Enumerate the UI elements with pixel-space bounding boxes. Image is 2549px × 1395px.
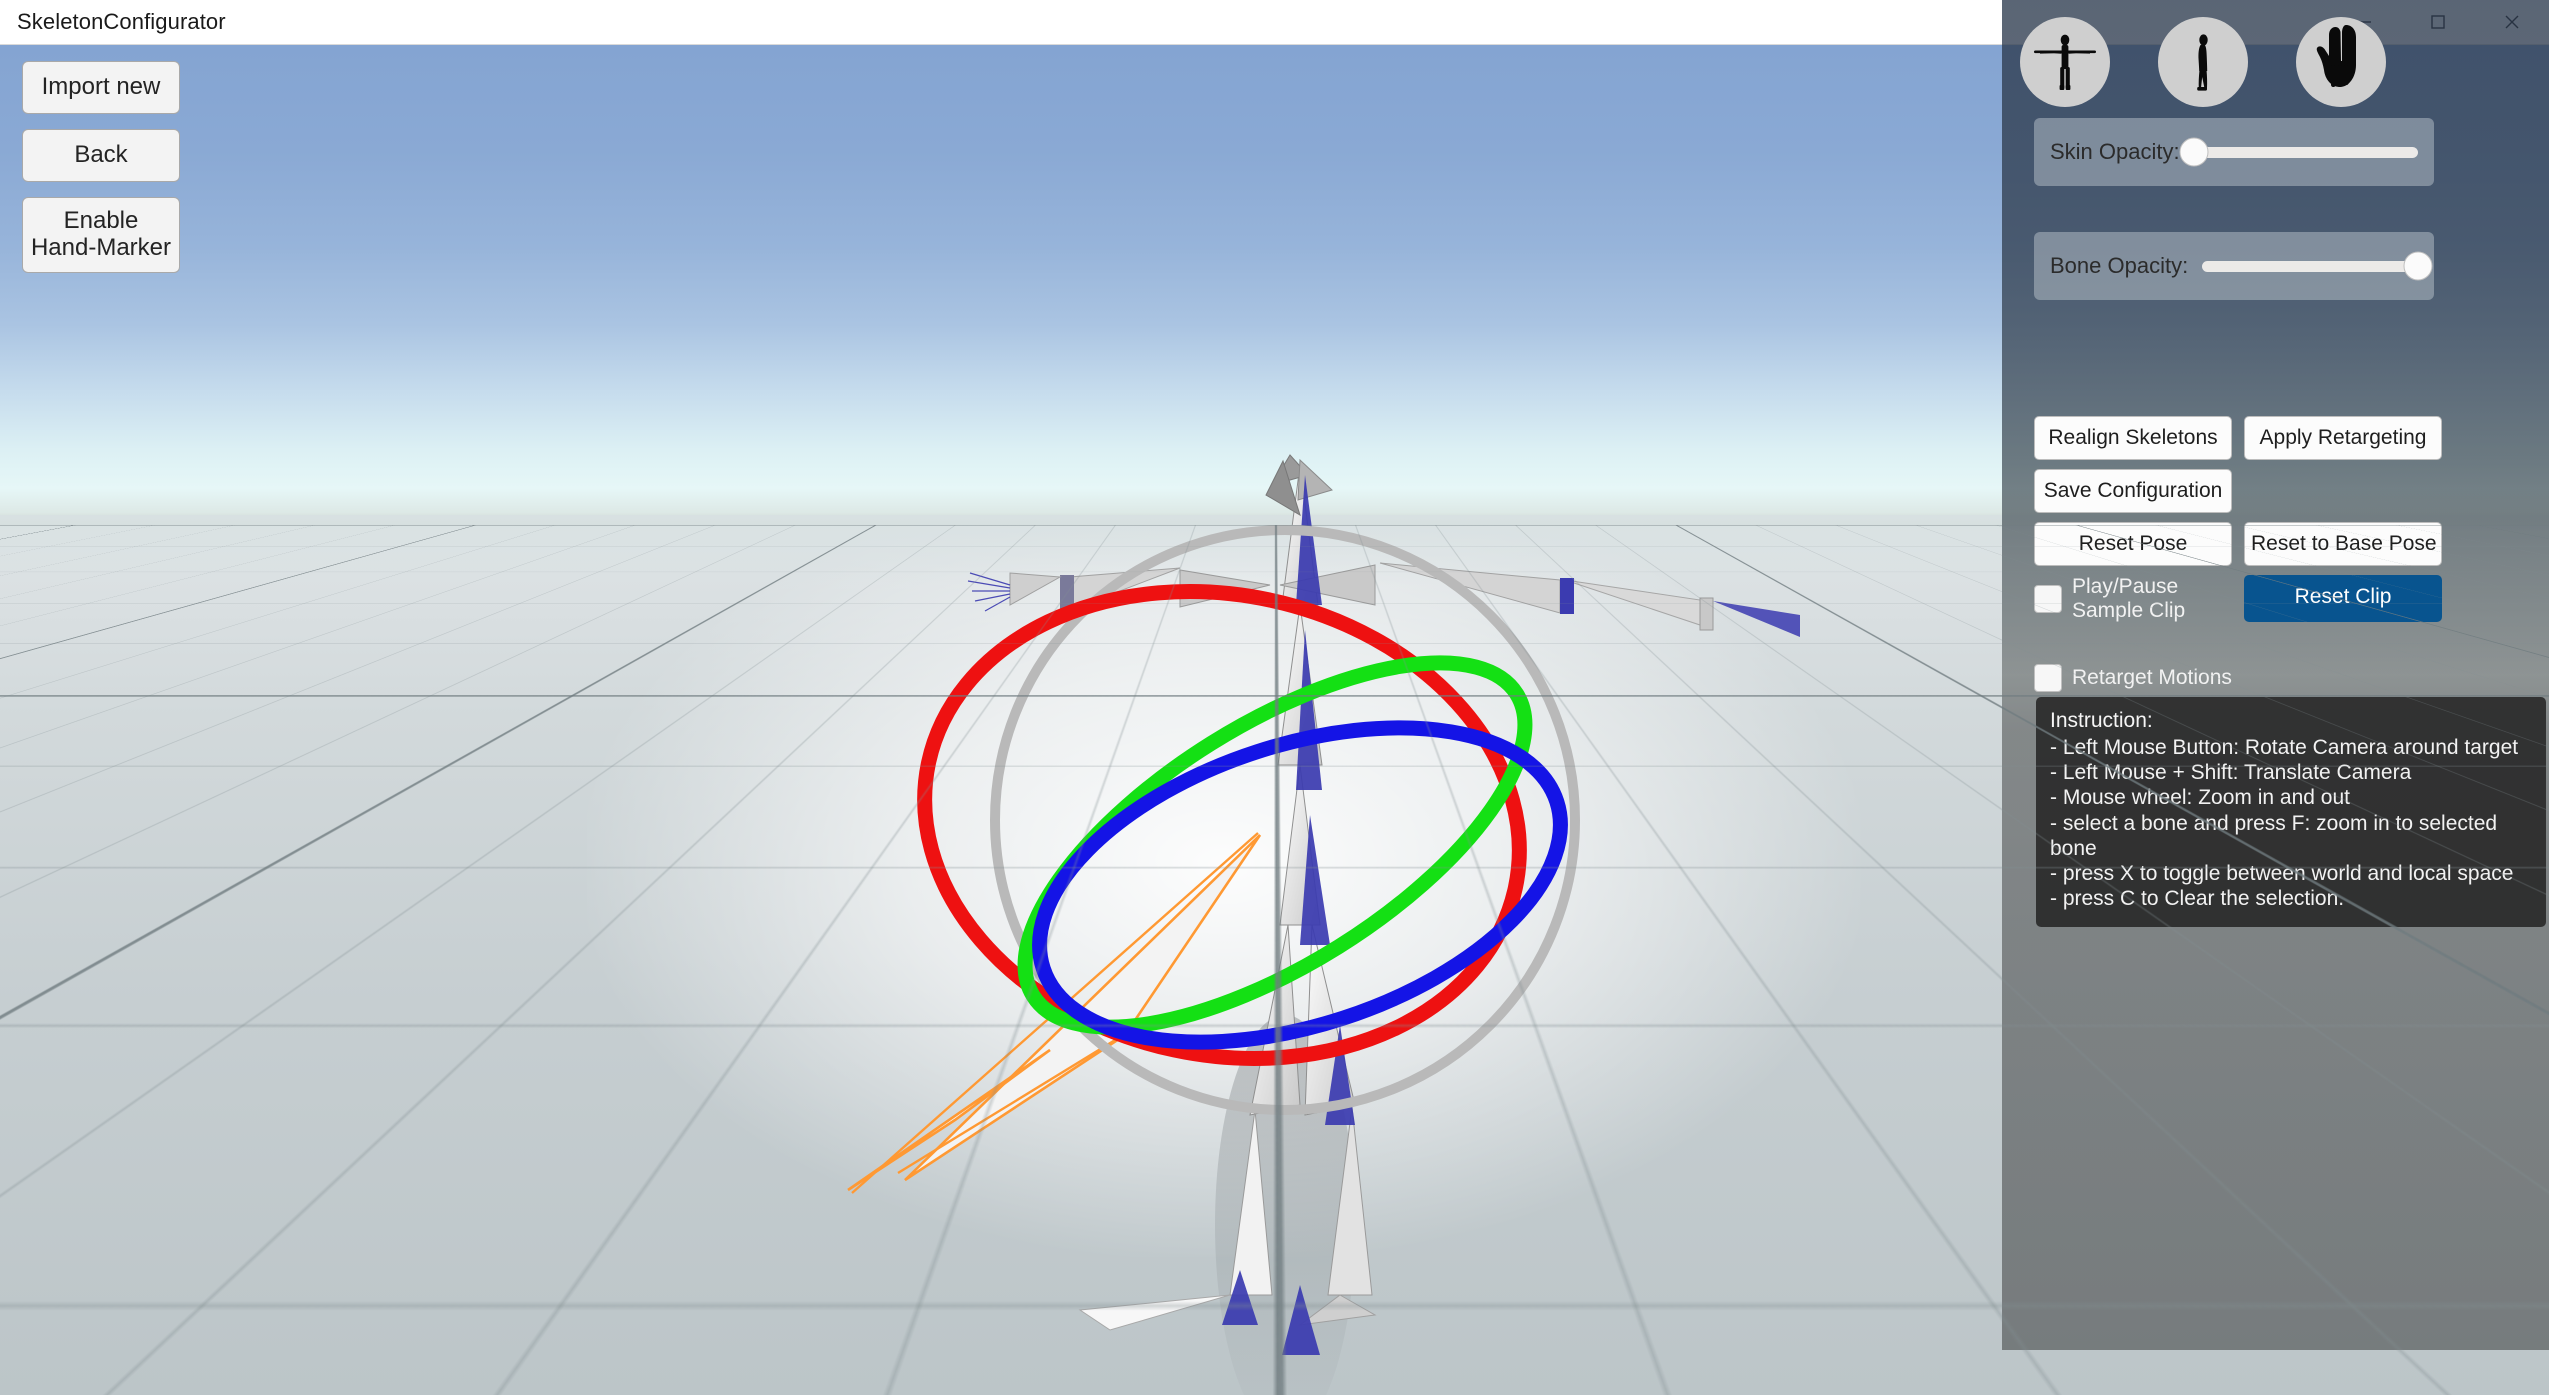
instruction-title: Instruction: [2050, 709, 2153, 732]
reset-pose-button[interactable]: Reset Pose [2034, 522, 2232, 566]
play-pause-sample-clip-checkbox-row[interactable]: Play/Pause Sample Clip [2034, 575, 2232, 622]
back-button[interactable]: Back [22, 128, 180, 182]
instruction-panel: Instruction: - Left Mouse Button: Rotate… [2036, 697, 2546, 928]
skin-opacity-control: Skin Opacity: [2034, 118, 2434, 186]
person-side-icon [2197, 34, 2208, 91]
action-row-2-spacer [2244, 469, 2442, 513]
action-button-grid: Realign Skeletons Apply Retargeting Save… [2034, 416, 2504, 693]
bone-opacity-label: Bone Opacity: [2050, 253, 2189, 278]
window-title: SkeletonConfigurator [17, 9, 226, 34]
instruction-lines: - Left Mouse Button: Rotate Camera aroun… [2050, 736, 2519, 911]
left-toolbar: Import new Back Enable Hand-Marker [22, 61, 180, 273]
application-window: SkeletonConfigurator Import new Back Ena… [0, 0, 2549, 1395]
play-pause-sample-clip-label: Play/Pause Sample Clip [2072, 575, 2186, 622]
apply-retargeting-button[interactable]: Apply Retargeting [2244, 416, 2442, 460]
skin-opacity-slider[interactable] [2179, 137, 2418, 167]
play-pause-sample-clip-checkbox[interactable] [2034, 584, 2062, 613]
import-new-button[interactable]: Import new [22, 61, 180, 114]
reset-to-base-pose-button[interactable]: Reset to Base Pose [2244, 522, 2442, 566]
realign-skeletons-button[interactable]: Realign Skeletons [2034, 416, 2232, 460]
reset-clip-button[interactable]: Reset Clip [2244, 575, 2442, 623]
action-row-4: Play/Pause Sample Clip Reset Clip [2034, 575, 2504, 623]
side-view-button[interactable] [2158, 17, 2248, 107]
action-row-1: Realign Skeletons Apply Retargeting [2034, 416, 2504, 460]
retarget-motions-checkbox[interactable] [2034, 664, 2062, 693]
action-row-3: Reset Pose Reset to Base Pose [2034, 522, 2504, 566]
t-pose-view-button[interactable] [2020, 17, 2110, 107]
save-configuration-button[interactable]: Save Configuration [2034, 469, 2232, 513]
person-front-icon [2034, 34, 2096, 90]
hand-icon [2316, 25, 2356, 87]
retarget-motions-label: Retarget Motions [2072, 666, 2232, 690]
enable-hand-marker-button[interactable]: Enable Hand-Marker [22, 196, 180, 273]
right-side-panel: Skin Opacity: Bone Opacity: Realign Skel… [2002, 0, 2549, 1350]
bone-opacity-handle[interactable] [2403, 251, 2433, 281]
avatar-view-buttons [2020, 17, 2386, 107]
skin-opacity-label: Skin Opacity: [2050, 139, 2180, 164]
bone-opacity-slider[interactable] [2202, 251, 2433, 281]
action-row-2: Save Configuration [2034, 469, 2504, 513]
bone-opacity-control: Bone Opacity: [2034, 232, 2434, 300]
retarget-motions-checkbox-row[interactable]: Retarget Motions [2034, 664, 2504, 693]
hand-view-button[interactable] [2296, 17, 2386, 107]
skin-opacity-handle[interactable] [2179, 137, 2209, 167]
